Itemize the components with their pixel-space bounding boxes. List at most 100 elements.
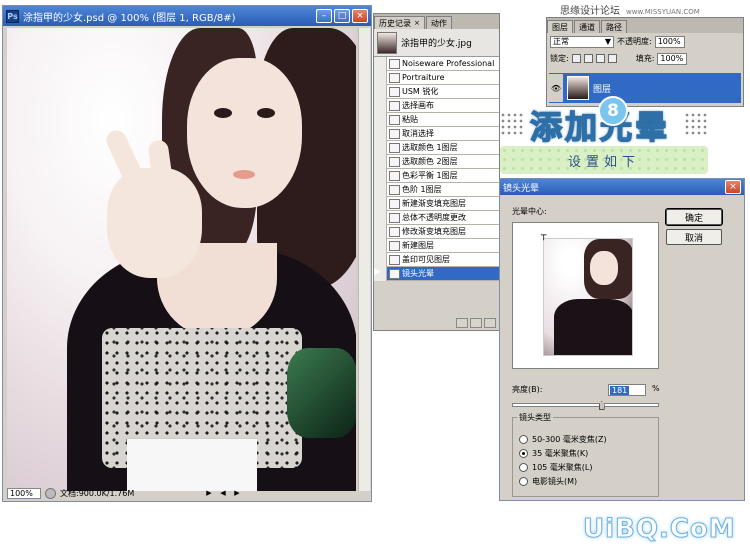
scroll-left-icon[interactable]: ◀ <box>218 488 228 498</box>
fill-field[interactable]: 100% <box>657 52 688 65</box>
history-source-icon[interactable] <box>374 238 387 253</box>
history-source-icon[interactable] <box>374 56 387 71</box>
lock-pixels-icon[interactable] <box>583 54 593 63</box>
history-item[interactable]: 新建渐变填充图层 <box>374 196 499 211</box>
history-item[interactable]: 取消选择 <box>374 126 499 141</box>
lock-position-icon[interactable] <box>595 54 605 63</box>
lens-type-label: 镜头类型 <box>517 412 553 423</box>
history-state-icon <box>389 240 400 251</box>
scroll-right-icon[interactable]: ▶ <box>232 488 242 498</box>
image-canvas[interactable] <box>7 28 356 491</box>
tab-history[interactable]: 历史记录 × <box>374 16 425 29</box>
close-button[interactable]: × <box>352 9 368 23</box>
document-scrollbar[interactable] <box>358 28 370 491</box>
history-source-icon[interactable]: ▶ <box>374 266 387 281</box>
history-item-label: 色彩平衡 1图层 <box>402 171 458 180</box>
history-item[interactable]: Noiseware Professional <box>374 56 499 71</box>
tab-paths[interactable]: 路径 <box>601 20 627 33</box>
history-item[interactable]: ▶ 镜头光晕 <box>374 266 499 281</box>
history-state-icon <box>389 156 400 167</box>
history-source-icon[interactable] <box>374 98 387 113</box>
lens-option[interactable]: 50-300 毫米变焦(Z) <box>519 432 607 446</box>
history-state-icon <box>389 100 400 111</box>
photo-face <box>187 58 302 208</box>
ok-button[interactable]: 确定 <box>665 208 723 226</box>
history-source-icon[interactable] <box>374 126 387 141</box>
dialog-close-button[interactable]: × <box>725 180 741 194</box>
history-item[interactable]: Portraiture <box>374 70 499 85</box>
history-source-icon[interactable] <box>374 140 387 155</box>
zoom-field[interactable]: 100% <box>7 487 41 499</box>
brightness-input[interactable]: 181 <box>608 384 646 396</box>
tab-channels[interactable]: 通道 <box>574 20 600 33</box>
trash-icon[interactable] <box>484 318 496 328</box>
banner-dots-right <box>684 112 708 136</box>
lens-option[interactable]: 电影镜头(M) <box>519 474 607 488</box>
lock-all-icon[interactable] <box>607 54 617 63</box>
history-tabs: 历史记录 × 动作 <box>374 14 499 29</box>
watermark-top: 思缘设计论坛 www.MISSYUAN.COM <box>560 2 700 17</box>
status-info-icon[interactable] <box>45 487 56 499</box>
lock-transparency-icon[interactable] <box>571 54 581 63</box>
document-window[interactable]: Ps 涂指甲的少女.psd @ 100% (图层 1, RGB/8#) – □ … <box>2 5 372 502</box>
dialog-titlebar[interactable]: 镜头光晕 × <box>500 179 744 195</box>
lens-option[interactable]: 105 毫米聚焦(L) <box>519 460 607 474</box>
history-item[interactable]: 盖印可见图层 <box>374 252 499 267</box>
tab-layers[interactable]: 图层 <box>547 20 573 33</box>
tab-actions[interactable]: 动作 <box>425 16 452 29</box>
history-item[interactable]: 总体不透明度更改 <box>374 210 499 225</box>
history-state-icon <box>389 114 400 125</box>
history-source-icon[interactable] <box>374 168 387 183</box>
blend-row: 正常 ▼ 不透明度: 100% <box>547 33 743 50</box>
history-item[interactable]: 色彩平衡 1图层 <box>374 168 499 183</box>
history-item[interactable]: 修改渐变填充图层 <box>374 224 499 239</box>
history-item[interactable]: 选取颜色 1图层 <box>374 140 499 155</box>
document-statusbar: 100% 文档:900.0K/1.76M ▶ ◀ ▶ <box>7 487 367 499</box>
history-item[interactable]: 选取颜色 2图层 <box>374 154 499 169</box>
history-item[interactable]: 新建图层 <box>374 238 499 253</box>
radio-button[interactable] <box>519 434 528 444</box>
history-source-icon[interactable] <box>374 182 387 197</box>
opacity-field[interactable]: 100% <box>654 35 685 48</box>
brightness-slider[interactable] <box>512 403 659 407</box>
new-snapshot-icon[interactable] <box>456 318 468 328</box>
history-source-icon[interactable] <box>374 84 387 99</box>
lens-option[interactable]: 35 毫米聚焦(K) <box>519 446 607 460</box>
flare-preview[interactable]: ┬ <box>512 222 659 369</box>
history-source-icon[interactable] <box>374 196 387 211</box>
layers-panel[interactable]: 图层 通道 路径 正常 ▼ 不透明度: 100% 锁定: 填充: 100% 👁 图… <box>546 17 744 107</box>
history-item[interactable]: 粘贴 <box>374 112 499 127</box>
history-item[interactable]: 色阶 1图层 <box>374 182 499 197</box>
snapshot-thumbnail <box>377 31 397 54</box>
history-item[interactable]: USM 锐化 <box>374 84 499 99</box>
history-source-icon[interactable] <box>374 252 387 267</box>
history-source-icon[interactable] <box>374 224 387 239</box>
status-menu-arrow-icon[interactable]: ▶ <box>204 488 214 498</box>
radio-button[interactable] <box>519 476 528 486</box>
radio-button[interactable] <box>519 448 528 458</box>
flare-center-crosshair-icon[interactable]: ┬ <box>541 231 546 241</box>
history-state-icon <box>389 226 400 237</box>
blend-mode-select[interactable]: 正常 ▼ <box>550 35 614 48</box>
history-panel[interactable]: 历史记录 × 动作 涂指甲的少女.jpg Noiseware Profession… <box>373 13 500 331</box>
history-snapshot[interactable]: 涂指甲的少女.jpg <box>374 29 499 57</box>
history-source-icon[interactable] <box>374 154 387 169</box>
maximize-button[interactable]: □ <box>334 9 350 23</box>
history-item[interactable]: 选择画布 <box>374 98 499 113</box>
minimize-button[interactable]: – <box>316 9 332 23</box>
lens-flare-dialog[interactable]: 镜头光晕 × 光晕中心: ┬ 确定 取消 亮度(B): 181 % 镜头类型 5… <box>499 178 745 501</box>
document-titlebar[interactable]: Ps 涂指甲的少女.psd @ 100% (图层 1, RGB/8#) – □ … <box>3 6 371 26</box>
brightness-label: 亮度(B): <box>512 385 543 394</box>
history-item-label: 选择画布 <box>402 101 434 110</box>
tab-close-icon[interactable]: × <box>414 19 420 27</box>
history-source-icon[interactable] <box>374 112 387 127</box>
history-state-icon <box>389 58 400 69</box>
cancel-button[interactable]: 取消 <box>666 229 722 245</box>
history-item-label: 新建渐变填充图层 <box>402 199 466 208</box>
history-source-icon[interactable] <box>374 210 387 225</box>
history-source-icon[interactable] <box>374 70 387 85</box>
new-document-icon[interactable] <box>470 318 482 328</box>
layer-thumbnail <box>567 76 589 100</box>
radio-button[interactable] <box>519 462 528 472</box>
chevron-down-icon: ▼ <box>604 37 611 46</box>
